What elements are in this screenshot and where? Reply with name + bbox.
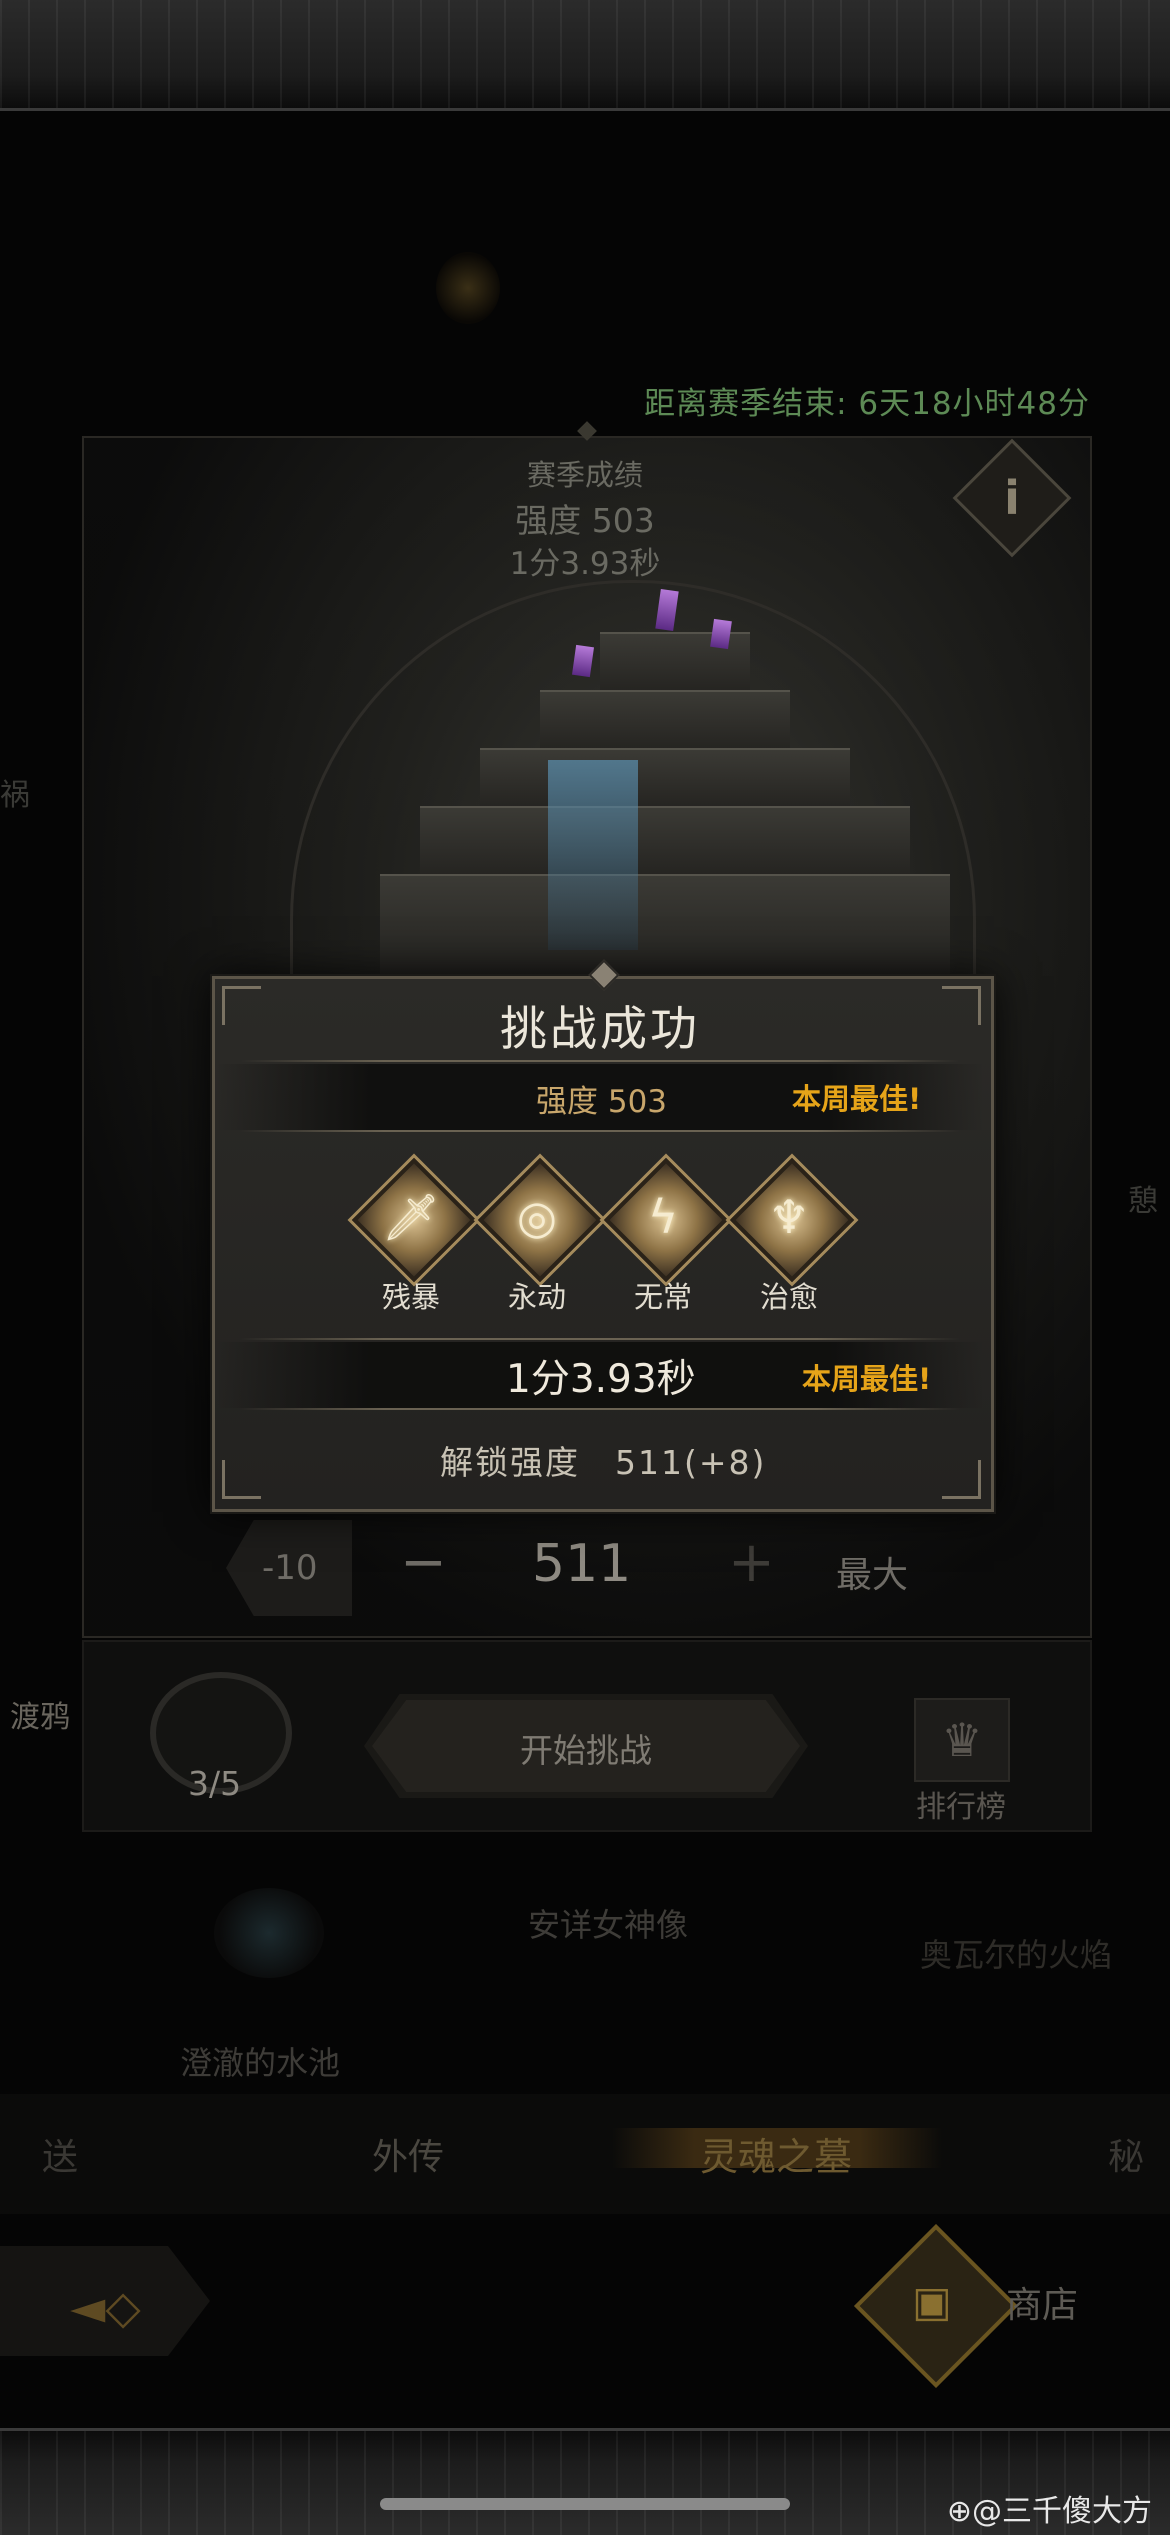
portal-glow [548, 760, 638, 950]
tab-bar [0, 2094, 1170, 2214]
dialog-strength: 强度 503 [536, 1084, 668, 1120]
currency-emblem-icon [436, 252, 500, 324]
trait-label: 永动 [507, 1280, 566, 1314]
time-best-badge: 本周最佳! [802, 1362, 932, 1396]
crystal-icon [710, 618, 732, 650]
ranking-button[interactable]: 排行榜 [916, 1782, 1006, 1826]
dialog-title: 挑战成功 [500, 1002, 700, 1057]
divider [240, 1408, 960, 1410]
trait-flame-heal-icon[interactable]: ♆ [729, 1157, 855, 1283]
plus-button[interactable]: + [728, 1530, 775, 1595]
divider [240, 1338, 960, 1340]
attempts-counter: 3/5 [188, 1764, 242, 1803]
strength-best-badge: 本周最佳! [792, 1082, 922, 1116]
divider [240, 1130, 960, 1132]
trait-label: 无常 [633, 1280, 692, 1314]
pool-icon [214, 1888, 324, 1978]
pyramid-step [540, 690, 790, 752]
crown-icon: ♛ [914, 1698, 1010, 1782]
tab-soul-tomb[interactable]: 灵魂之墓 [700, 2126, 852, 2181]
shop-chest-icon: ▣ [912, 2277, 952, 2326]
top-ornament-border [0, 0, 1170, 111]
tab-secret[interactable]: 秘 [1108, 2128, 1144, 2180]
side-label-raven[interactable]: 渡鸦 [10, 1692, 70, 1736]
trait-lightning-orb-icon[interactable]: ϟ [603, 1157, 729, 1283]
pyramid-step [480, 748, 850, 810]
shop-label[interactable]: 商店 [1006, 2276, 1078, 2328]
dialog-time: 1分3.93秒 [506, 1357, 696, 1402]
dialog-corner [222, 1460, 261, 1499]
trait-label: 残暴 [381, 1280, 440, 1314]
minus-button[interactable]: − [400, 1530, 447, 1595]
season-record-time: 1分3.93秒 [509, 546, 661, 582]
side-label-left: 祸 [0, 778, 30, 813]
trait-sword-icon[interactable]: 🗡 [351, 1157, 477, 1283]
home-indicator[interactable] [380, 2498, 790, 2510]
pyramid-step [380, 874, 950, 976]
tab-side-story[interactable]: 外传 [372, 2128, 444, 2180]
pyramid-step [420, 806, 910, 878]
divider [240, 1060, 960, 1062]
start-challenge-label: 开始挑战 [520, 1731, 652, 1770]
watermark: ⊕@三千傻大方 [946, 2494, 1152, 2529]
back-arrow-icon: ◄◇ [70, 2280, 141, 2334]
side-label-right: 憩 [1128, 1184, 1158, 1219]
tab-send[interactable]: 送 [42, 2128, 78, 2180]
dialog-corner [942, 1460, 981, 1499]
fire-label[interactable]: 奥瓦尔的火焰 [920, 1930, 1112, 1976]
season-countdown: 距离赛季结束: 6天18小时48分 [644, 386, 1090, 422]
pool-label[interactable]: 澄澈的水池 [180, 2038, 340, 2084]
max-button[interactable]: 最大 [836, 1546, 908, 1598]
trait-label: 治愈 [759, 1280, 818, 1314]
info-icon: i [1004, 471, 1020, 525]
minus-ten-label: -10 [262, 1548, 318, 1588]
statue-label[interactable]: 安详女神像 [528, 1900, 688, 1946]
strength-value: 511 [532, 1534, 632, 1594]
unlock-strength: 解锁强度 511(+8) [440, 1443, 767, 1482]
trait-shield-swirl-icon[interactable]: ◎ [477, 1157, 603, 1283]
